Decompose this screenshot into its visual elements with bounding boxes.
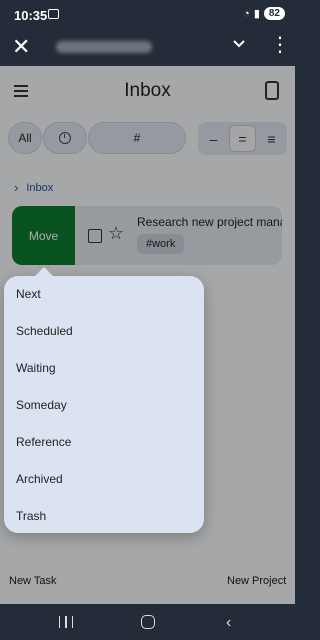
system-nav-bar: ‹ [0, 604, 295, 640]
menu-item-someday[interactable]: Someday [16, 393, 67, 417]
status-icons: ◔ ▮ 82 [243, 7, 285, 20]
sync-device-icon[interactable] [265, 81, 279, 100]
more-vert-icon[interactable]: ⋮ [270, 35, 290, 55]
top-app-bar: ✕ ⋮ [0, 30, 295, 66]
move-button[interactable]: Move [12, 206, 75, 265]
task-checkbox[interactable] [88, 229, 102, 243]
density-normal-button[interactable]: = [229, 125, 256, 152]
breadcrumb-label: Inbox [26, 181, 54, 194]
density-compact-button[interactable]: – [200, 125, 227, 152]
density-toggle: – = ≡ [198, 122, 287, 155]
menu-item-trash[interactable]: Trash [16, 504, 46, 528]
menu-item-archived[interactable]: Archived [16, 467, 63, 491]
filter-all-label: All [18, 131, 32, 145]
star-icon[interactable]: ☆ [108, 223, 124, 244]
signal-icon: ▮ [253, 8, 260, 20]
menu-item-reference[interactable]: Reference [16, 430, 71, 454]
menu-item-scheduled[interactable]: Scheduled [16, 319, 73, 343]
bottom-action-bar: New Task New Project [0, 562, 295, 604]
wifi-icon: ◔ [243, 7, 250, 20]
filter-all-chip[interactable]: All [8, 122, 42, 154]
clock-icon [59, 132, 71, 144]
filter-scheduled-chip[interactable] [43, 122, 87, 154]
status-bar: 10:35 ◔ ▮ 82 [0, 0, 295, 30]
menu-item-next[interactable]: Next [16, 282, 41, 306]
home-icon[interactable] [141, 615, 155, 629]
task-title: Research new project mana [137, 215, 282, 229]
check-icon[interactable] [232, 36, 246, 50]
breadcrumb[interactable]: › Inbox [14, 180, 53, 195]
move-to-menu: Next Scheduled Waiting Someday Reference… [4, 267, 204, 533]
status-time: 10:35 [14, 8, 48, 23]
chevron-right-icon: › [14, 180, 19, 195]
back-icon[interactable]: ‹ [226, 614, 231, 632]
new-project-button[interactable]: New Project [227, 575, 286, 587]
blurred-account-title [56, 41, 152, 53]
close-icon[interactable]: ✕ [12, 34, 34, 62]
page-title: Inbox [124, 80, 171, 101]
move-button-label: Move [28, 228, 59, 243]
filter-row: All # – = ≡ [0, 122, 295, 158]
density-expanded-button[interactable]: ≡ [258, 125, 285, 152]
recents-icon[interactable] [59, 616, 73, 628]
filter-tag-chip[interactable]: # [88, 122, 186, 154]
task-row[interactable]: Move ☆ Research new project mana #work [12, 206, 282, 265]
battery-indicator: 82 [263, 7, 285, 20]
new-task-button[interactable]: New Task [9, 575, 56, 587]
filter-tag-label: # [133, 131, 141, 145]
menu-item-waiting[interactable]: Waiting [16, 356, 56, 380]
menu-pointer [34, 267, 54, 277]
task-tag-chip[interactable]: #work [137, 234, 185, 254]
screenshot-indicator-icon [48, 9, 59, 19]
